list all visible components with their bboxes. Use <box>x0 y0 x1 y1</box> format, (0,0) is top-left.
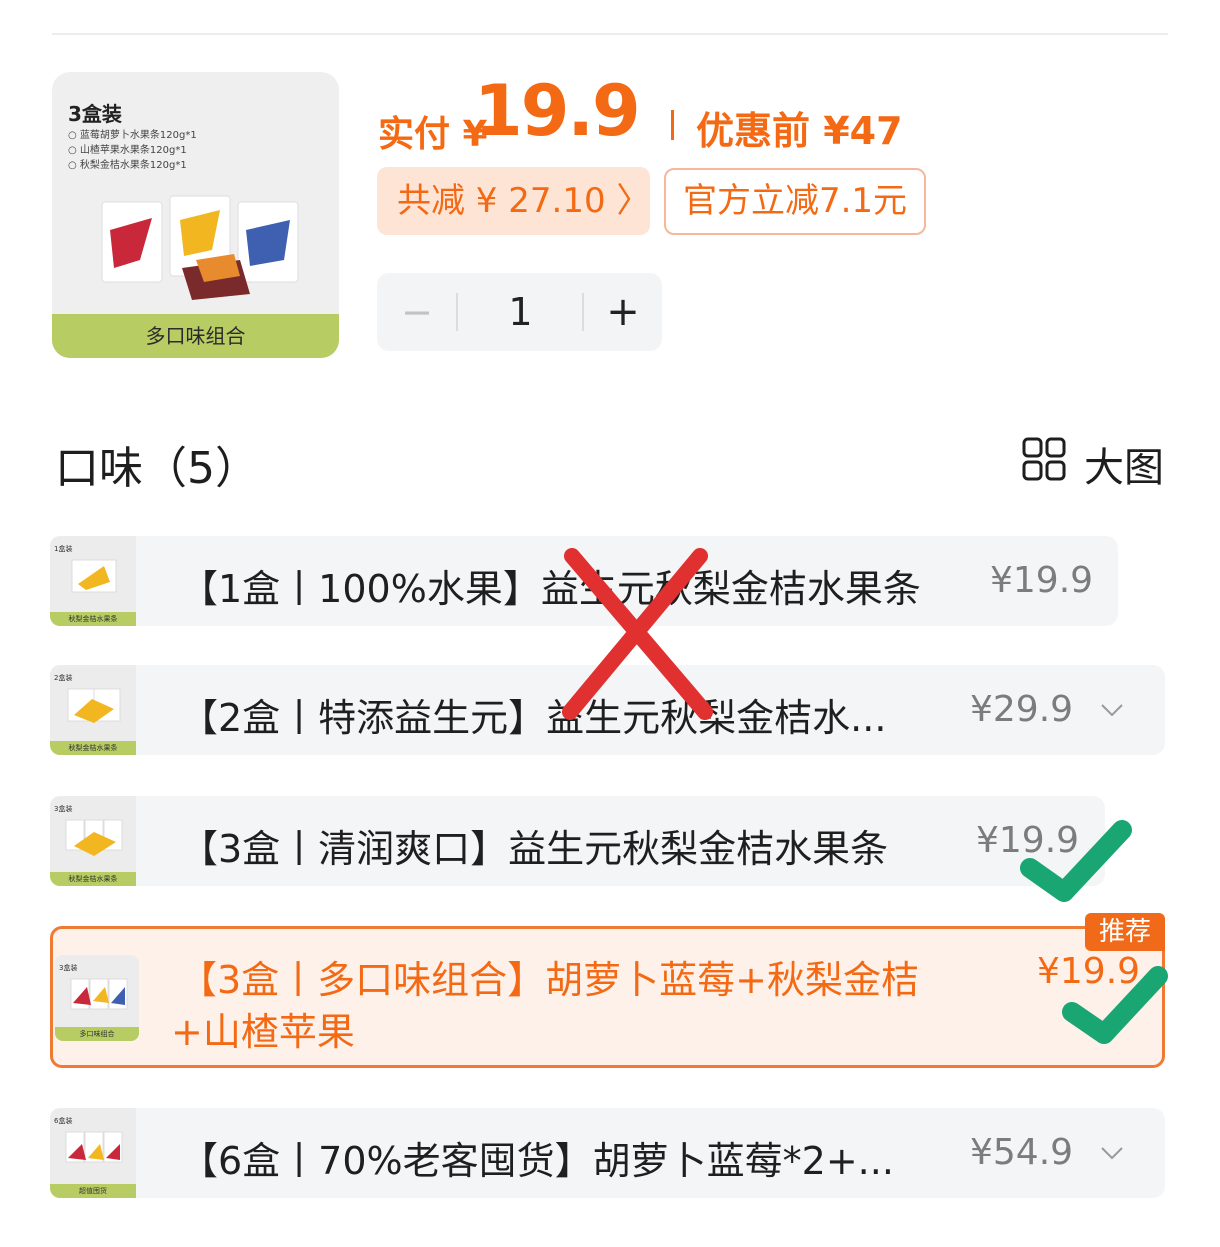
option-price: ¥19.9 <box>990 560 1094 601</box>
option-label: 【6盒丨70%老客囤货】胡萝卜蓝莓*2+... <box>180 1139 894 1183</box>
total-discount-button[interactable]: 共减 ¥ 27.10 〉 <box>377 167 650 235</box>
option-thumb-footer: 超值囤货 <box>50 1184 136 1198</box>
option-price: ¥29.9 <box>970 689 1074 730</box>
product-image[interactable]: 3盒装 蓝莓胡萝卜水果条120g*1 山楂苹果水果条120g*1 秋梨金桔水果条… <box>52 72 339 358</box>
chevron-down-icon[interactable] <box>1100 1146 1124 1160</box>
original-price: 优惠前 ¥47 <box>696 109 903 153</box>
flavor-section-title: 口味（5） <box>55 443 259 494</box>
recommended-badge: 推荐 <box>1085 913 1165 951</box>
thumb-content-line: 蓝莓胡萝卜水果条120g*1 <box>68 128 197 143</box>
flavor-option[interactable]: 1盒装 秋梨金桔水果条 【1盒丨100%水果】益生元秋梨金桔水果条 ¥19.9 <box>50 536 1118 626</box>
option-price: ¥19.9 <box>976 820 1080 861</box>
option-thumb-illustration <box>67 688 121 723</box>
option-label-line2: +山楂苹果 <box>171 1010 355 1054</box>
option-thumb-footer: 秋梨金桔水果条 <box>50 741 136 755</box>
option-price: ¥19.9 <box>1037 951 1141 992</box>
decrease-button[interactable]: − <box>377 273 457 351</box>
quantity-value[interactable]: 1 <box>458 273 583 351</box>
option-thumb-footer: 多口味组合 <box>55 1027 139 1041</box>
option-thumb-tag: 3盒装 <box>59 964 78 972</box>
option-thumb-tag: 2盒装 <box>54 674 73 682</box>
option-thumb-illustration <box>71 559 117 593</box>
thumb-title: 3盒装 <box>68 102 122 126</box>
option-thumb-illustration <box>70 978 128 1010</box>
option-thumb-footer: 秋梨金桔水果条 <box>50 612 136 626</box>
increase-button[interactable]: + <box>584 273 662 351</box>
option-thumb-tag: 1盒装 <box>54 545 73 553</box>
option-label: 【3盒丨清润爽口】益生元秋梨金桔水果条 <box>180 827 889 871</box>
chevron-down-icon[interactable] <box>1100 703 1124 717</box>
option-thumb-tag: 6盒装 <box>54 1117 73 1125</box>
flavor-option-selected[interactable]: 推荐 3盒装 多口味组合 【3盒丨多口味组合】胡萝卜蓝莓+秋梨金桔 +山楂苹果 … <box>50 913 1165 1068</box>
grid-icon <box>1022 437 1066 481</box>
option-price: ¥54.9 <box>970 1132 1074 1173</box>
option-label: 【1盒丨100%水果】益生元秋梨金桔水果条 <box>180 567 921 611</box>
price-separator <box>671 110 674 140</box>
pay-label: 实付 ¥ <box>378 114 488 155</box>
thumb-content-line: 山楂苹果水果条120g*1 <box>68 143 197 158</box>
option-thumbnail: 6盒装 超值囤货 <box>50 1108 136 1198</box>
option-thumbnail: 3盒装 秋梨金桔水果条 <box>50 796 136 886</box>
option-thumbnail: 1盒装 秋梨金桔水果条 <box>50 536 136 626</box>
pay-value: 19.9 <box>474 70 641 152</box>
option-thumb-illustration <box>65 819 123 856</box>
option-thumb-footer: 秋梨金桔水果条 <box>50 872 136 886</box>
flavor-option[interactable]: 3盒装 秋梨金桔水果条 【3盒丨清润爽口】益生元秋梨金桔水果条 ¥19.9 <box>50 796 1105 886</box>
option-thumbnail: 2盒装 秋梨金桔水果条 <box>50 665 136 755</box>
thumb-footer-label: 多口味组合 <box>52 314 339 358</box>
thumb-contents-list: 蓝莓胡萝卜水果条120g*1 山楂苹果水果条120g*1 秋梨金桔水果条120g… <box>68 128 197 173</box>
option-label: 【2盒丨特添益生元】益生元秋梨金桔水... <box>180 696 887 740</box>
product-boxes-illustration <box>101 195 299 300</box>
flavor-option[interactable]: 6盒装 超值囤货 【6盒丨70%老客囤货】胡萝卜蓝莓*2+... ¥54.9 <box>50 1108 1165 1198</box>
quantity-stepper: − 1 + <box>377 273 662 351</box>
big-view-label: 大图 <box>1084 445 1164 491</box>
option-label-line1: 【3盒丨多口味组合】胡萝卜蓝莓+秋梨金桔 <box>179 958 920 1002</box>
thumb-content-line: 秋梨金桔水果条120g*1 <box>68 158 197 173</box>
top-divider <box>52 33 1168 35</box>
option-thumb-illustration <box>65 1131 123 1163</box>
flavor-option[interactable]: 2盒装 秋梨金桔水果条 【2盒丨特添益生元】益生元秋梨金桔水... ¥29.9 <box>50 665 1165 755</box>
option-thumb-tag: 3盒装 <box>54 805 73 813</box>
official-discount-badge: 官方立减7.1元 <box>664 168 926 235</box>
option-thumbnail: 3盒装 多口味组合 <box>55 955 139 1041</box>
